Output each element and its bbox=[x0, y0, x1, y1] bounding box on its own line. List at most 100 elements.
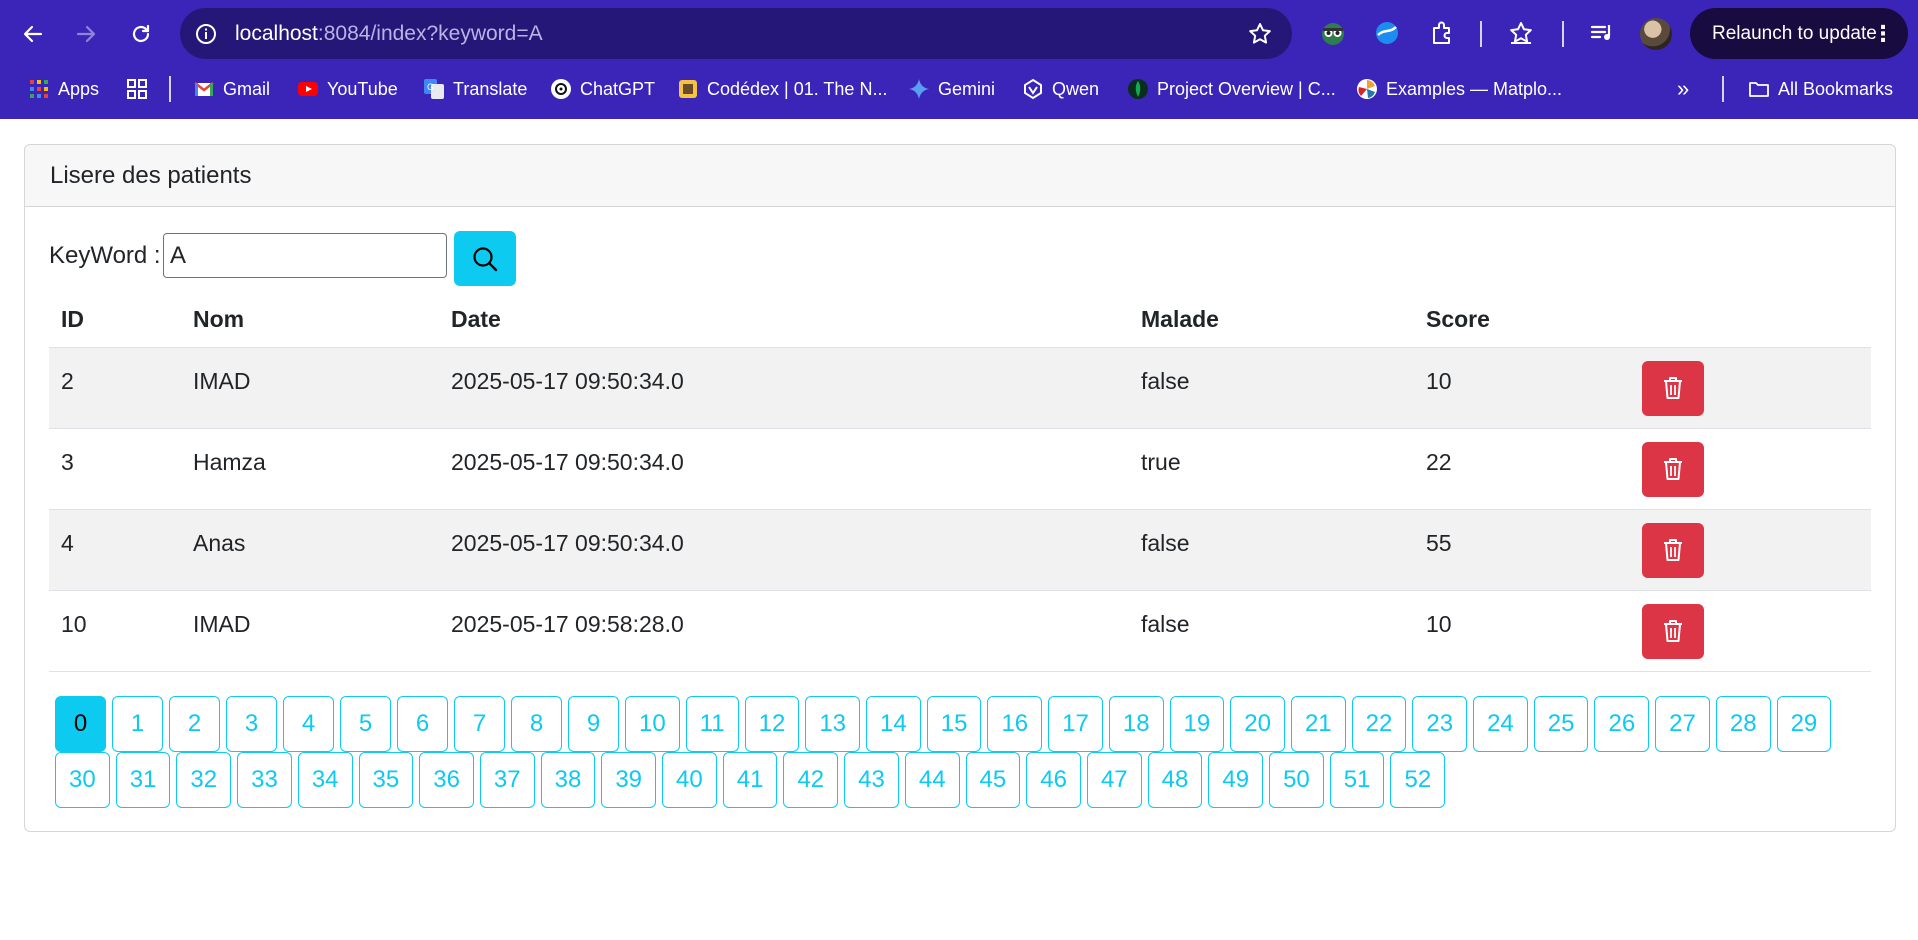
bookmarks-bar: Apps Gmail YouTube G Translate ChatGPT C… bbox=[0, 68, 1918, 110]
page-button-40[interactable]: 40 bbox=[662, 752, 717, 808]
search-button[interactable] bbox=[454, 231, 516, 286]
page-button-35[interactable]: 35 bbox=[358, 752, 414, 808]
page-button-8[interactable]: 8 bbox=[511, 696, 562, 752]
page-button-48[interactable]: 48 bbox=[1147, 752, 1203, 808]
bookmark-star-icon[interactable] bbox=[1246, 20, 1274, 48]
page-button-27[interactable]: 27 bbox=[1655, 696, 1710, 752]
tab-groups-icon bbox=[126, 78, 148, 100]
page-button-51[interactable]: 51 bbox=[1329, 752, 1385, 808]
bookmark-chatgpt[interactable]: ChatGPT bbox=[550, 74, 655, 104]
reload-button[interactable] bbox=[121, 14, 161, 54]
column-header-actions bbox=[1630, 293, 1871, 348]
page-button-3[interactable]: 3 bbox=[226, 696, 277, 752]
keyword-input[interactable] bbox=[163, 233, 447, 278]
bookmark-gmail[interactable]: Gmail bbox=[193, 74, 270, 104]
page-button-1[interactable]: 1 bbox=[112, 696, 163, 752]
page-button-13[interactable]: 13 bbox=[805, 696, 861, 752]
page-button-24[interactable]: 24 bbox=[1473, 696, 1528, 752]
page-button-31[interactable]: 31 bbox=[115, 752, 171, 808]
page-button-47[interactable]: 47 bbox=[1086, 752, 1142, 808]
page-button-43[interactable]: 43 bbox=[844, 752, 899, 808]
bookmark-gemini[interactable]: Gemini bbox=[908, 74, 995, 104]
page-button-6[interactable]: 6 bbox=[397, 696, 448, 752]
cell-score: 22 bbox=[1414, 428, 1630, 510]
bookmark-project-overview[interactable]: Project Overview | C... bbox=[1127, 74, 1336, 104]
translate-icon: G bbox=[423, 78, 445, 100]
page-button-0[interactable]: 0 bbox=[55, 696, 106, 752]
table-header-row: ID Nom Date Malade Score bbox=[49, 293, 1871, 348]
page-button-25[interactable]: 25 bbox=[1533, 696, 1589, 752]
page-button-30[interactable]: 30 bbox=[55, 752, 110, 808]
cell-actions bbox=[1630, 509, 1871, 591]
page-button-21[interactable]: 21 bbox=[1290, 696, 1346, 752]
toolbar-divider bbox=[1562, 21, 1564, 47]
page-button-34[interactable]: 34 bbox=[297, 752, 353, 808]
forward-button[interactable] bbox=[66, 14, 106, 54]
page-button-4[interactable]: 4 bbox=[283, 696, 334, 752]
delete-button[interactable] bbox=[1642, 360, 1704, 416]
page-button-10[interactable]: 10 bbox=[625, 696, 680, 752]
delete-button[interactable] bbox=[1642, 441, 1704, 497]
page-button-50[interactable]: 50 bbox=[1269, 752, 1324, 808]
delete-button[interactable] bbox=[1642, 603, 1704, 659]
patients-table: ID Nom Date Malade Score 2 IMAD 2025-05-… bbox=[49, 293, 1871, 672]
page-button-37[interactable]: 37 bbox=[479, 752, 535, 808]
more-menu-icon[interactable]: ⋮ bbox=[1872, 8, 1894, 59]
page-button-41[interactable]: 41 bbox=[722, 752, 778, 808]
relaunch-to-update-button[interactable]: Relaunch to update ⋮ bbox=[1690, 8, 1908, 59]
profile-avatar[interactable] bbox=[1640, 18, 1672, 50]
bookmark-tab-groups[interactable] bbox=[126, 74, 156, 104]
page-button-15[interactable]: 15 bbox=[926, 696, 982, 752]
page-button-26[interactable]: 26 bbox=[1594, 696, 1650, 752]
delete-button[interactable] bbox=[1642, 522, 1704, 578]
page-button-17[interactable]: 17 bbox=[1048, 696, 1103, 752]
page-button-52[interactable]: 52 bbox=[1390, 752, 1446, 808]
extension-spy-icon[interactable] bbox=[1315, 15, 1351, 51]
page-button-7[interactable]: 7 bbox=[454, 696, 505, 752]
page-button-42[interactable]: 42 bbox=[783, 752, 839, 808]
reading-list-star-icon[interactable] bbox=[1503, 15, 1539, 51]
page-button-33[interactable]: 33 bbox=[237, 752, 292, 808]
bookmark-qwen[interactable]: Qwen bbox=[1022, 74, 1099, 104]
page-button-20[interactable]: 20 bbox=[1230, 696, 1285, 752]
back-button[interactable] bbox=[13, 14, 53, 54]
page-button-36[interactable]: 36 bbox=[419, 752, 474, 808]
page-button-29[interactable]: 29 bbox=[1776, 696, 1832, 752]
cell-nom: IMAD bbox=[181, 347, 439, 429]
page-button-14[interactable]: 14 bbox=[866, 696, 921, 752]
address-bar[interactable]: localhost:8084/index?keyword=A bbox=[180, 8, 1292, 59]
bookmark-translate[interactable]: G Translate bbox=[423, 74, 527, 104]
page-button-19[interactable]: 19 bbox=[1169, 696, 1225, 752]
cell-malade: true bbox=[1129, 428, 1414, 510]
reload-icon bbox=[132, 24, 150, 43]
page-button-2[interactable]: 2 bbox=[169, 696, 220, 752]
page-button-44[interactable]: 44 bbox=[904, 752, 960, 808]
page-button-38[interactable]: 38 bbox=[540, 752, 596, 808]
page-button-39[interactable]: 39 bbox=[601, 752, 657, 808]
bookmark-matplotlib[interactable]: Examples — Matplo... bbox=[1356, 74, 1562, 104]
bookmark-youtube[interactable]: YouTube bbox=[297, 74, 398, 104]
page-button-12[interactable]: 12 bbox=[744, 696, 800, 752]
page-button-16[interactable]: 16 bbox=[987, 696, 1043, 752]
search-icon bbox=[473, 246, 498, 271]
media-playlist-icon[interactable] bbox=[1584, 15, 1620, 51]
page-button-32[interactable]: 32 bbox=[176, 752, 232, 808]
page-button-49[interactable]: 49 bbox=[1208, 752, 1264, 808]
extensions-puzzle-icon[interactable] bbox=[1424, 15, 1460, 51]
page-button-22[interactable]: 22 bbox=[1351, 696, 1407, 752]
more-bookmarks-chevron-icon[interactable]: » bbox=[1677, 74, 1689, 104]
page-button-45[interactable]: 45 bbox=[965, 752, 1021, 808]
page-button-46[interactable]: 46 bbox=[1026, 752, 1081, 808]
page-button-28[interactable]: 28 bbox=[1715, 696, 1771, 752]
url-text[interactable]: localhost:8084/index?keyword=A bbox=[235, 8, 543, 59]
page-button-23[interactable]: 23 bbox=[1412, 696, 1468, 752]
page-button-9[interactable]: 9 bbox=[568, 696, 619, 752]
all-bookmarks-button[interactable]: All Bookmarks bbox=[1748, 74, 1893, 104]
site-info-icon[interactable] bbox=[192, 20, 220, 48]
extension-globe-icon[interactable] bbox=[1369, 15, 1405, 51]
bookmark-apps[interactable]: Apps bbox=[28, 74, 99, 104]
page-button-5[interactable]: 5 bbox=[340, 696, 391, 752]
page-button-18[interactable]: 18 bbox=[1108, 696, 1164, 752]
bookmark-codedex[interactable]: Codédex | 01. The N... bbox=[677, 74, 887, 104]
page-button-11[interactable]: 11 bbox=[685, 696, 739, 752]
